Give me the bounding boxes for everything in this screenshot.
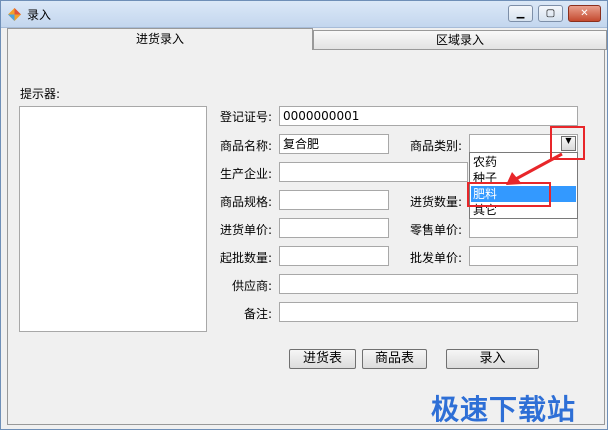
spec-label: 商品规格: — [220, 195, 273, 209]
category-dropdown-button[interactable]: ▼ — [561, 136, 576, 151]
tab-purchase-entry[interactable]: 进货录入 — [7, 28, 313, 50]
hint-label: 提示器: — [20, 87, 61, 101]
remark-label: 备注: — [244, 307, 273, 321]
product-name-label: 商品名称: — [220, 139, 273, 153]
app-diamond-icon — [8, 8, 21, 21]
reg-no-input[interactable]: 0000000001 — [279, 106, 578, 126]
retail-price-input[interactable] — [469, 218, 578, 238]
reg-no-label: 登记证号: — [220, 110, 273, 124]
category-option-pesticide[interactable]: 农药 — [471, 154, 576, 170]
maximize-icon: ▢ — [545, 8, 556, 19]
wholesale-price-label: 批发单价: — [410, 251, 463, 265]
wholesale-price-input[interactable] — [469, 246, 578, 266]
purchase-table-button[interactable]: 进货表 — [289, 349, 356, 369]
product-name-input[interactable]: 复合肥 — [279, 134, 389, 154]
maximize-button[interactable]: ▢ — [538, 5, 563, 22]
submit-button[interactable]: 录入 — [446, 349, 539, 369]
close-icon: ✕ — [580, 8, 589, 19]
tab-region-entry[interactable]: 区域录入 — [313, 30, 607, 50]
purchase-price-label: 进货单价: — [220, 223, 273, 237]
supplier-label: 供应商: — [232, 279, 273, 293]
category-option-seed[interactable]: 种子 — [471, 170, 576, 186]
category-dropdown-list: 农药 种子 肥料 其它 — [469, 152, 578, 219]
manufacturer-input[interactable] — [279, 162, 468, 182]
retail-price-label: 零售单价: — [410, 223, 463, 237]
spec-input[interactable] — [279, 190, 389, 210]
category-label: 商品类别: — [410, 139, 463, 153]
purchase-qty-label: 进货数量: — [410, 195, 463, 209]
category-option-other[interactable]: 其它 — [471, 202, 576, 218]
remark-input[interactable] — [279, 302, 578, 322]
minimize-button[interactable]: ▁ — [508, 5, 533, 22]
watermark-text: 极速下载站 — [431, 393, 577, 426]
window-title: 录入 — [27, 8, 52, 22]
min-batch-input[interactable] — [279, 246, 389, 266]
chevron-down-icon: ▼ — [565, 136, 572, 145]
tab-strip: 进货录入 区域录入 — [3, 28, 607, 50]
minimize-icon: ▁ — [516, 8, 525, 19]
title-bar[interactable]: 录入 ▁ ▢ ✕ — [1, 1, 607, 28]
min-batch-label: 起批数量: — [220, 251, 273, 265]
supplier-input[interactable] — [279, 274, 578, 294]
product-table-button[interactable]: 商品表 — [362, 349, 427, 369]
close-button[interactable]: ✕ — [568, 5, 601, 22]
hint-box[interactable] — [19, 106, 207, 332]
manufacturer-label: 生产企业: — [220, 167, 273, 181]
purchase-price-input[interactable] — [279, 218, 389, 238]
category-option-fertilizer[interactable]: 肥料 — [471, 186, 576, 202]
